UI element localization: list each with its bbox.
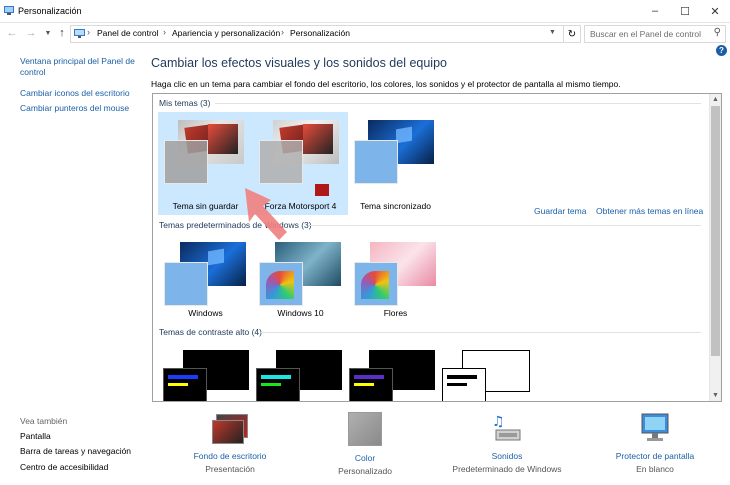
theme-label: Tema sincronizado: [360, 201, 431, 211]
sidebar-link-control-panel-home[interactable]: Ventana principal del Panel de control: [20, 56, 140, 78]
control-panel-icon: [74, 29, 85, 40]
sidebar-link-mouse-pointers[interactable]: Cambiar punteros del mouse: [20, 103, 129, 114]
theme-label: Flores: [383, 308, 408, 318]
sidebar-link-desktop-icons[interactable]: Cambiar iconos del escritorio: [20, 88, 130, 99]
group-title-my-themes: Mis temas (3): [159, 98, 211, 108]
theme-tile-high-contrast-1[interactable]: [163, 350, 253, 401]
color-icon: [348, 412, 382, 446]
page-title: Cambiar los efectos visuales y los sonid…: [151, 56, 447, 70]
svg-text:♫: ♫: [492, 414, 505, 430]
group-divider: [215, 103, 701, 104]
see-also-label: Vea también: [20, 416, 68, 426]
color-setting[interactable]: Color Personalizado: [310, 412, 420, 476]
sounds-value: Predeterminado de Windows: [452, 464, 562, 474]
search-placeholder: Buscar en el Panel de control: [590, 29, 702, 39]
group-divider: [261, 332, 701, 333]
scroll-up-icon[interactable]: ▲: [710, 94, 721, 105]
desktop-background-value: Presentación: [205, 464, 255, 474]
see-also-link-accessibility[interactable]: Centro de accesibilidad: [20, 462, 108, 473]
navigation-bar: ← → ▼ ↑ › Panel de control › Apariencia …: [0, 22, 730, 44]
theme-tile-unsaved[interactable]: Tema sin guardar: [158, 112, 253, 215]
address-bar[interactable]: › Panel de control › Apariencia y person…: [70, 25, 564, 43]
save-theme-link[interactable]: Guardar tema: [534, 206, 586, 216]
theme-label: Windows 10: [277, 308, 324, 318]
more-themes-online-link[interactable]: Obtener más temas en línea: [596, 206, 703, 216]
pointer-arrow-icon: [245, 188, 287, 240]
theme-tile-windows[interactable]: Windows: [158, 234, 253, 337]
chevron-right-icon: ›: [281, 27, 284, 37]
refresh-icon[interactable]: ↻: [563, 25, 581, 43]
group-title-high-contrast: Temas de contraste alto (4): [159, 327, 262, 337]
sounds-setting[interactable]: ♫ Sonidos Predeterminado de Windows: [452, 412, 562, 474]
sounds-icon: ♫: [490, 412, 524, 444]
theme-tile-synced[interactable]: Tema sincronizado: [348, 112, 443, 215]
personalization-app-icon: [4, 5, 14, 15]
theme-preview-color: [354, 262, 398, 306]
chevron-down-icon[interactable]: ▼: [549, 29, 556, 36]
breadcrumb-control-panel[interactable]: Panel de control: [97, 28, 158, 38]
recent-locations-icon[interactable]: ▼: [41, 26, 55, 40]
search-input[interactable]: Buscar en el Panel de control ⚲: [584, 25, 726, 43]
theme-tile-high-contrast-2[interactable]: [256, 350, 346, 401]
theme-label: Windows: [188, 308, 223, 318]
theme-preview-color: [354, 140, 398, 184]
theme-tile-flowers[interactable]: Flores: [348, 234, 443, 337]
theme-label: Tema sin guardar: [172, 201, 239, 211]
scroll-down-icon[interactable]: ▼: [710, 390, 721, 401]
themes-scrollbar[interactable]: ▲ ▼: [709, 94, 721, 401]
themes-list[interactable]: Mis temas (3) Tema sin guardar Forza Mot…: [152, 93, 722, 402]
chevron-right-icon: ›: [163, 27, 166, 37]
theme-tile-high-contrast-white[interactable]: [442, 350, 532, 401]
forza-logo-icon: [315, 184, 329, 196]
theme-preview-color: [164, 262, 208, 306]
screensaver-value: En blanco: [636, 464, 674, 474]
minimize-button[interactable]: –: [640, 0, 670, 22]
color-title[interactable]: Color: [310, 453, 420, 463]
window-title: Personalización: [18, 6, 82, 16]
theme-preview-color: [164, 140, 208, 184]
theme-tile-high-contrast-3[interactable]: [349, 350, 439, 401]
close-button[interactable]: ✕: [700, 0, 730, 22]
desktop-background-title[interactable]: Fondo de escritorio: [175, 451, 285, 461]
chevron-right-icon: ›: [87, 27, 90, 37]
back-arrow-icon[interactable]: ←: [5, 26, 19, 40]
sounds-title[interactable]: Sonidos: [452, 451, 562, 461]
title-bar: Personalización – ☐ ✕: [0, 0, 730, 23]
group-divider: [308, 225, 701, 226]
theme-preview-color: [259, 140, 303, 184]
help-icon[interactable]: ?: [716, 45, 727, 56]
page-description: Haga clic en un tema para cambiar el fon…: [151, 79, 621, 89]
screensaver-setting[interactable]: Protector de pantalla En blanco: [600, 412, 710, 474]
see-also-link-taskbar[interactable]: Barra de tareas y navegación: [20, 446, 131, 457]
breadcrumb-personalization[interactable]: Personalización: [290, 28, 350, 38]
search-icon[interactable]: ⚲: [714, 27, 721, 38]
theme-preview-color: [259, 262, 303, 306]
maximize-button[interactable]: ☐: [670, 0, 700, 22]
desktop-background-setting[interactable]: Fondo de escritorio Presentación: [175, 412, 285, 474]
screensaver-icon: [638, 412, 672, 444]
color-value: Personalizado: [338, 466, 392, 476]
screensaver-title[interactable]: Protector de pantalla: [600, 451, 710, 461]
desktop-background-icon: [212, 412, 248, 444]
see-also-link-display[interactable]: Pantalla: [20, 431, 51, 442]
forward-arrow-icon[interactable]: →: [24, 26, 38, 40]
breadcrumb-appearance[interactable]: Apariencia y personalización: [172, 28, 280, 38]
scroll-thumb[interactable]: [711, 106, 720, 356]
up-arrow-icon[interactable]: ↑: [55, 26, 69, 40]
theme-tile-windows10[interactable]: Windows 10: [253, 234, 348, 337]
